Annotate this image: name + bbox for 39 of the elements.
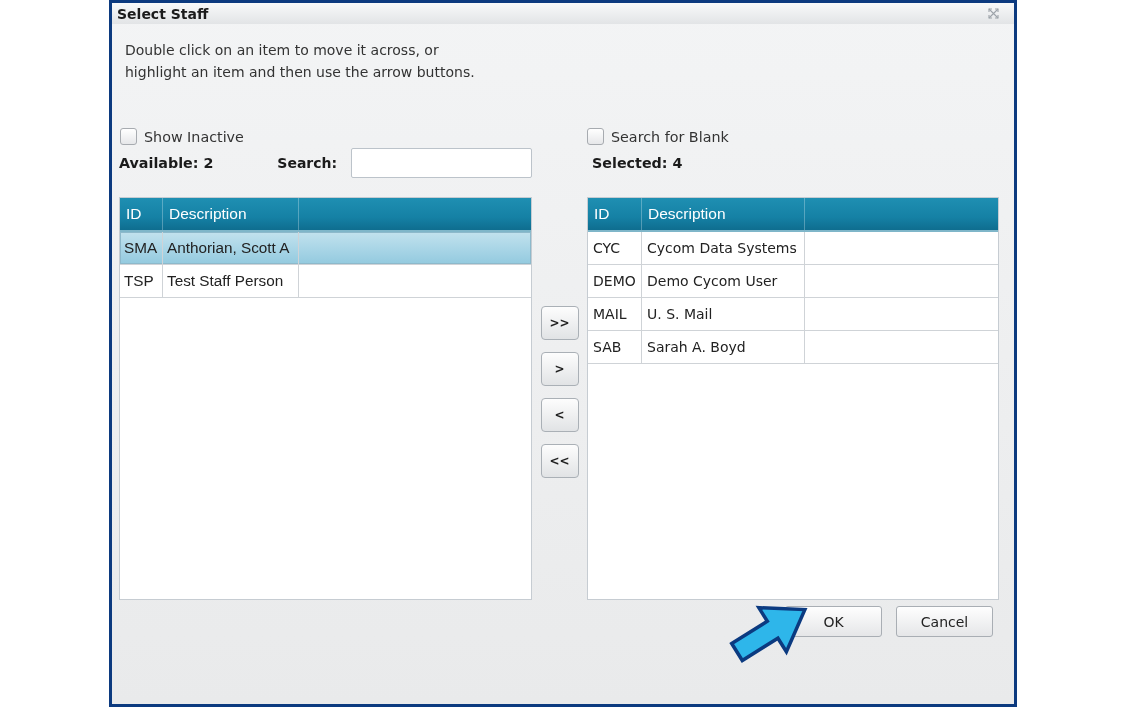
- search-label: Search:: [277, 155, 339, 171]
- column-header[interactable]: Description: [642, 198, 805, 230]
- instruction-text: Double click on an item to move it across, or: [125, 41, 439, 60]
- selected-count: Selected: 4: [592, 155, 683, 171]
- column-header[interactable]: ID: [588, 198, 642, 230]
- available-count: Available: 2: [119, 155, 215, 171]
- checkbox-label: Show Inactive: [144, 128, 244, 145]
- checkbox-label: Search for Blank: [611, 128, 729, 145]
- checkbox[interactable]: [120, 128, 137, 145]
- table-cell: Test Staff Person: [163, 265, 299, 297]
- table-cell: MAIL: [588, 298, 642, 330]
- table-row[interactable]: TSP Test Staff Person: [120, 265, 531, 298]
- table-cell: DEMO: [588, 265, 642, 297]
- expand-arrows-icon[interactable]: [988, 8, 999, 19]
- table-row[interactable]: CYC Cycom Data Systems: [588, 232, 998, 265]
- move-button[interactable]: >>: [540, 306, 579, 340]
- table-cell: SMA: [120, 232, 163, 264]
- table-row[interactable]: SMA Anthorian, Scott A: [120, 232, 531, 265]
- table-cell: U. S. Mail: [642, 298, 805, 330]
- table-cell: TSP: [120, 265, 163, 297]
- table-cell: Cycom Data Systems: [642, 232, 805, 264]
- table-row[interactable]: MAIL U. S. Mail: [588, 298, 998, 331]
- window-title: Select Staff: [117, 5, 209, 22]
- cancel-button[interactable]: Cancel: [896, 606, 993, 637]
- instruction-text: highlight an item and then use the arrow buttons.: [125, 63, 475, 82]
- table-cell: Anthorian, Scott A: [163, 232, 299, 264]
- table-cell: SAB: [588, 331, 642, 363]
- table-row[interactable]: SAB Sarah A. Boyd: [588, 331, 998, 364]
- table-cell: Sarah A. Boyd: [642, 331, 805, 363]
- move-button[interactable]: <<: [540, 444, 579, 478]
- column-header[interactable]: ID: [120, 198, 163, 230]
- column-header[interactable]: Description: [163, 198, 299, 230]
- checkbox[interactable]: [587, 128, 604, 145]
- move-button[interactable]: <: [540, 398, 579, 432]
- table-row[interactable]: DEMO Demo Cycom User: [588, 265, 998, 298]
- search-field[interactable]: [351, 148, 532, 178]
- table-cell: Demo Cycom User: [642, 265, 805, 297]
- table-cell: CYC: [588, 232, 642, 264]
- move-button[interactable]: >: [540, 352, 579, 386]
